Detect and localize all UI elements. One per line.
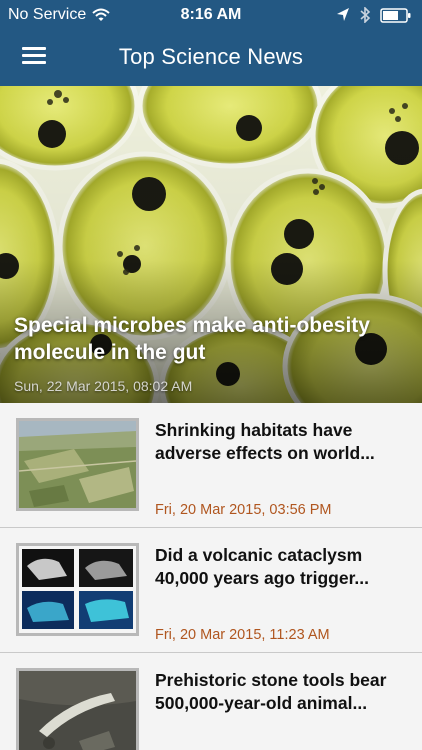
article-thumbnail [16, 543, 139, 636]
location-arrow-icon [337, 8, 349, 21]
list-item[interactable]: Did a volcanic cataclysm 40,000 years ag… [0, 528, 422, 653]
featured-article-title: Special microbes make anti-obesity molec… [14, 314, 370, 364]
status-indicators [336, 7, 412, 23]
article-title: Shrinking habitats have adverse effects … [155, 420, 375, 463]
app-header: No Service 8:16 AM Top Science News [0, 0, 422, 86]
status-bar: No Service 8:16 AM [0, 0, 422, 30]
article-list: Shrinking habitats have adverse effects … [0, 403, 422, 750]
app-screen: No Service 8:16 AM Top Science News Spec… [0, 0, 422, 750]
article-title: Did a volcanic cataclysm 40,000 years ag… [155, 545, 370, 588]
article-date: Fri, 20 Mar 2015, 03:56 PM [155, 502, 332, 518]
battery-icon [380, 7, 411, 23]
article-thumbnail [16, 668, 139, 750]
featured-article-date: Sun, 22 Mar 2015, 08:02 AM [14, 378, 193, 394]
page-title: Top Science News [118, 44, 304, 69]
list-item[interactable]: Prehistoric stone tools bear 500,000-yea… [0, 653, 422, 750]
article-title: Prehistoric stone tools bear 500,000-yea… [155, 670, 387, 713]
navigation-bar: Top Science News [0, 30, 422, 86]
article-date: Fri, 20 Mar 2015, 11:23 AM [155, 627, 330, 643]
list-item[interactable]: Shrinking habitats have adverse effects … [0, 403, 422, 528]
bluetooth-icon [360, 7, 371, 23]
article-thumbnail [16, 418, 139, 511]
featured-article-text: Special microbes make anti-obesity molec… [14, 312, 408, 394]
featured-article[interactable]: Special microbes make anti-obesity molec… [0, 86, 422, 403]
